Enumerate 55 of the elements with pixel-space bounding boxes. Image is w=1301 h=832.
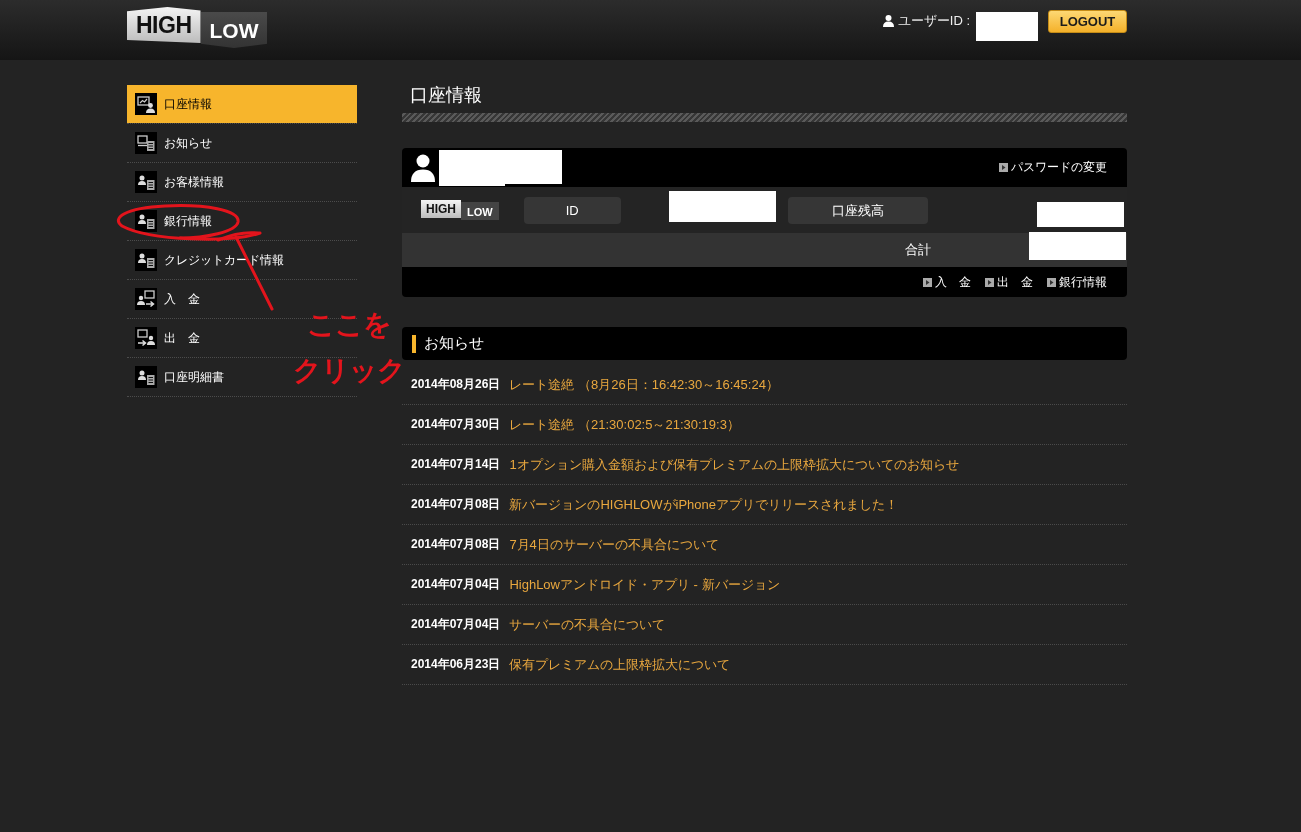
logo[interactable]: HIGH LOW [127,7,268,45]
person-document-icon [135,171,157,193]
user-icon [882,15,894,27]
accent-bar [412,334,416,353]
notice-date: 2014年07月08日 [411,496,501,513]
arrow-square-icon [985,277,994,287]
notice-link[interactable]: HighLowアンドロイド・アプリ - 新バージョン [509,575,780,594]
account-link[interactable]: 入 金 [923,273,971,291]
person-document-icon [135,366,157,388]
notice-date: 2014年08月26日 [411,376,501,393]
notice-date: 2014年07月30日 [411,416,501,433]
notice-date: 2014年07月04日 [411,616,501,633]
notice-link[interactable]: レート途絶 （8月26日：16:42:30～16:45:24） [509,375,779,394]
notice-link[interactable]: 保有プレミアムの上限枠拡大について [509,655,731,674]
sidebar-item[interactable]: 入 金 [127,280,200,318]
notice-link[interactable]: 1オプション購入金額および保有プレミアムの上限枠拡大についてのお知らせ [509,455,959,474]
person-document-icon [135,210,157,232]
redaction-patch [505,150,562,184]
page-title: 口座情報 [409,85,483,107]
sidebar-item[interactable]: お客様情報 [127,163,224,201]
monitor-person-icon [135,93,157,115]
sidebar-item[interactable]: 銀行情報 [127,202,212,240]
person-arrow-monitor-icon [135,288,157,310]
notice-date: 2014年06月23日 [411,656,501,673]
id-label: ID [523,196,621,224]
arrow-square-icon [1047,277,1056,287]
notice-title: お知らせ [424,334,484,353]
notice-date: 2014年07月08日 [411,536,501,553]
balance-label: 口座残高 [787,196,928,224]
redaction-patch [439,150,505,186]
user-id-label: ユーザーID : [897,13,970,29]
notice-date: 2014年07月04日 [411,576,501,593]
password-change-link[interactable]: パスワードの変更 [999,159,1107,176]
account-link[interactable]: 銀行情報 [1047,273,1107,291]
arrow-square-icon [999,163,1008,172]
arrow-square-icon [923,277,932,287]
monitor-arrow-person-icon [135,327,157,349]
logo: HIGH LOW [421,200,499,220]
notice-link[interactable]: 新バージョンのHIGHLOWがiPhoneアプリでリリースされました！ [509,495,898,514]
logout-button[interactable]: LOGOUT [1048,10,1127,33]
notice-link[interactable]: サーバーの不具合について [509,615,666,634]
user-icon [410,153,436,182]
sidebar-item[interactable]: 口座情報 [127,85,357,123]
sidebar-item[interactable]: お知らせ [127,124,212,162]
sidebar-item[interactable]: 口座明細書 [127,358,224,396]
monitor-document-icon [135,132,157,154]
notice-date: 2014年07月14日 [411,456,501,473]
total-label: 合計 [905,241,931,259]
person-document-icon [135,249,157,271]
account-link[interactable]: 出 金 [985,273,1033,291]
notice-link[interactable]: 7月4日のサーバーの不具合について [509,535,719,554]
sidebar-item[interactable]: 出 金 [127,319,200,357]
notice-link[interactable]: レート途絶 （21:30:02:5～21:30:19:3） [509,415,740,434]
annotation-text: ここを クリック [292,308,406,388]
redaction-patch [976,12,1038,41]
